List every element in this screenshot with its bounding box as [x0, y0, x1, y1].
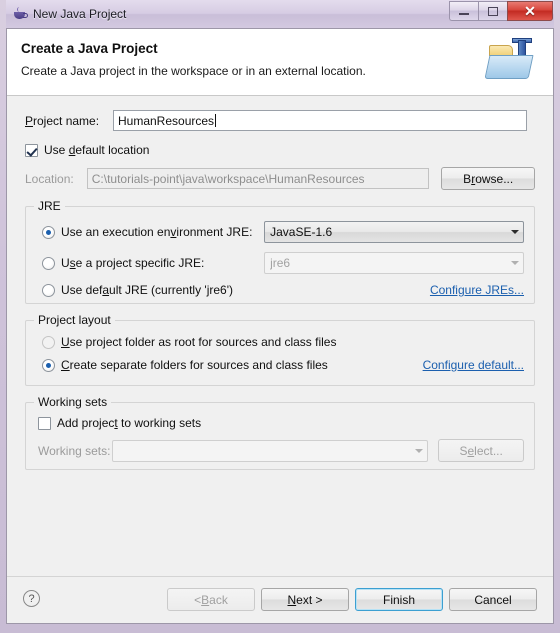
maximize-button[interactable] [478, 1, 507, 21]
execution-environment-value: JavaSE-1.6 [270, 225, 333, 239]
text-caret [215, 114, 217, 127]
chevron-down-icon [506, 230, 523, 234]
layout-project-folder-radio[interactable] [42, 335, 55, 349]
jre-project-specific-row[interactable]: Use a project specific JRE: jre6 [42, 252, 524, 274]
close-icon: ✕ [524, 3, 536, 19]
use-default-location-label: Use default location [44, 143, 150, 157]
wizard-content: Project name: HumanResources Use default… [7, 96, 553, 578]
location-label: Location: [25, 171, 74, 186]
wizard-dialog: Create a Java Project Create a Java proj… [6, 28, 554, 624]
window-title: New Java Project [33, 7, 127, 21]
jre-group: JRE Use an execution environment JRE: Ja… [25, 199, 535, 304]
layout-project-folder-label: Use project folder as root for sources a… [61, 335, 337, 349]
jre-exec-env-label: Use an execution environment JRE: [61, 225, 253, 239]
project-name-label: Project name: [25, 113, 100, 128]
configure-jres-link[interactable]: Configure JREs... [430, 283, 524, 297]
jre-exec-env-row[interactable]: Use an execution environment JRE: JavaSE… [42, 221, 524, 243]
location-value: C:\tutorials-point\java\workspace\HumanR… [91, 171, 365, 186]
add-to-working-sets-row[interactable]: Add project to working sets [38, 416, 524, 430]
page-title: Create a Java Project [21, 41, 158, 56]
jre-default-radio[interactable] [42, 283, 55, 297]
jre-default-label: Use default JRE (currently 'jre6') [61, 283, 233, 297]
browse-button[interactable]: Br owse... [441, 167, 535, 190]
use-default-location-checkbox[interactable] [25, 143, 38, 157]
add-to-working-sets-checkbox[interactable] [38, 416, 51, 430]
wizard-buttons: < Back Next > Finish Cancel [167, 588, 537, 611]
project-layout-group-label: Project layout [34, 313, 115, 327]
execution-environment-combo[interactable]: JavaSE-1.6 [264, 221, 524, 243]
project-jre-value: jre6 [270, 256, 291, 270]
title-bar: New Java Project ✕ [6, 0, 554, 28]
location-input[interactable]: C:\tutorials-point\java\workspace\HumanR… [86, 168, 430, 189]
layout-separate-folders-row[interactable]: Create separate folders for sources and … [42, 358, 524, 372]
use-default-location-row[interactable]: Use default location [25, 143, 535, 157]
chevron-down-icon [506, 261, 523, 265]
minimize-button[interactable] [449, 1, 478, 21]
help-icon[interactable]: ? [23, 590, 40, 607]
chevron-down-icon [410, 449, 427, 453]
java-cup-icon [12, 6, 28, 22]
layout-separate-folders-label: Create separate folders for sources and … [61, 358, 328, 372]
java-project-folder-icon [484, 36, 541, 88]
project-layout-group: Project layout Use project folder as roo… [25, 313, 535, 386]
close-button[interactable]: ✕ [507, 1, 553, 21]
jre-project-specific-radio[interactable] [42, 256, 55, 270]
working-sets-row: Working sets: Se lect... [38, 439, 524, 462]
minimize-icon [459, 13, 469, 15]
maximize-icon [488, 6, 498, 16]
project-name-input[interactable]: HumanResources [113, 110, 527, 131]
layout-separate-folders-radio[interactable] [42, 358, 55, 372]
working-sets-group-label: Working sets [34, 395, 112, 409]
select-working-sets-button[interactable]: Se lect... [438, 439, 524, 462]
working-sets-label: Working sets: [38, 443, 111, 458]
jre-exec-env-radio[interactable] [42, 225, 55, 239]
dialog-button-bar: ? < Back Next > Finish Cancel [7, 576, 553, 623]
jre-default-row[interactable]: Use default JRE (currently 'jre6') Confi… [42, 283, 524, 297]
back-button[interactable]: < Back [167, 588, 255, 611]
jre-project-specific-label: Use a project specific JRE: [61, 256, 205, 270]
project-jre-combo[interactable]: jre6 [264, 252, 524, 274]
next-button[interactable]: Next > [261, 588, 349, 611]
jre-group-label: JRE [34, 199, 65, 213]
wizard-header: Create a Java Project Create a Java proj… [7, 29, 553, 96]
working-sets-group: Working sets Add project to working sets… [25, 395, 535, 470]
finish-button[interactable]: Finish [355, 588, 443, 611]
window-controls: ✕ [449, 1, 553, 21]
add-to-working-sets-label: Add project to working sets [57, 416, 202, 430]
dialog-window: New Java Project ✕ Create a Java Project… [0, 0, 560, 633]
configure-default-link[interactable]: Configure default... [423, 358, 524, 372]
page-description: Create a Java project in the workspace o… [21, 64, 366, 78]
project-name-value: HumanResources [118, 113, 215, 128]
layout-project-folder-row[interactable]: Use project folder as root for sources a… [42, 335, 524, 349]
cancel-button[interactable]: Cancel [449, 588, 537, 611]
project-name-row: Project name: HumanResources [25, 110, 535, 131]
location-row: Location: C:\tutorials-point\java\worksp… [25, 167, 535, 190]
working-sets-combo[interactable] [112, 439, 429, 462]
